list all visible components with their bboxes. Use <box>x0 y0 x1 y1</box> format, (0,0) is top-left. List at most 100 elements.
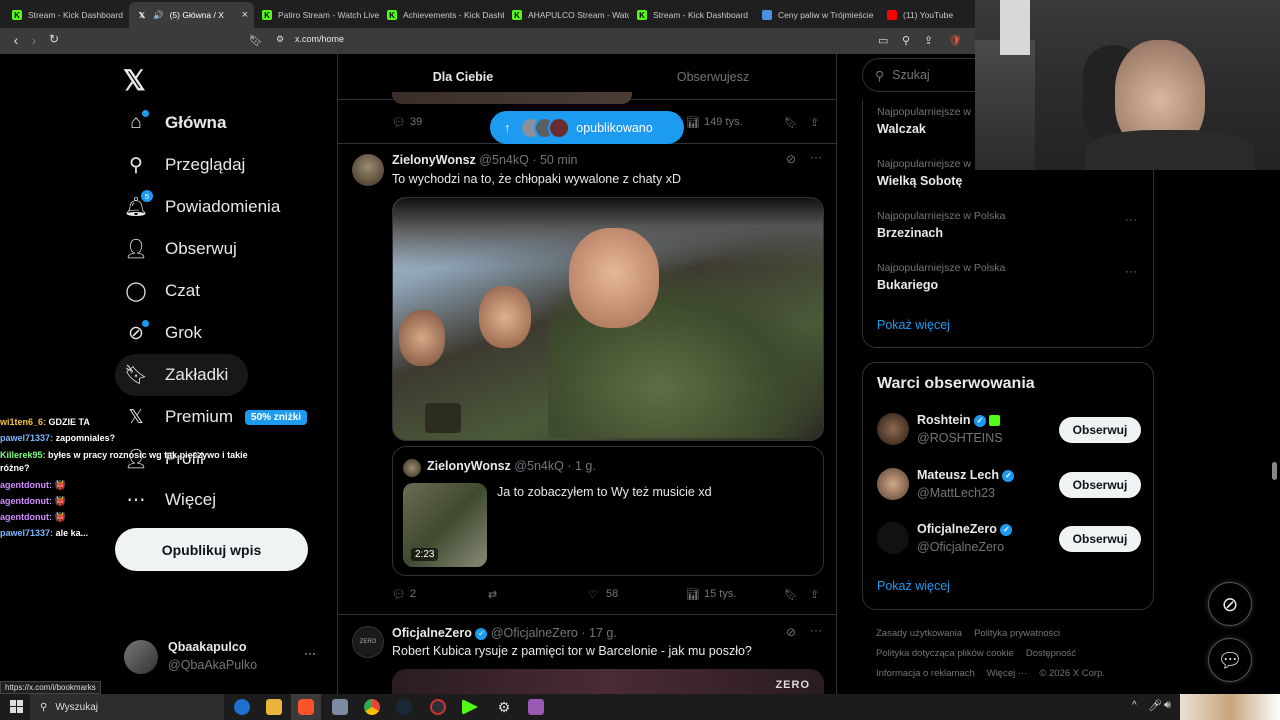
suggestion-name[interactable]: OficjalneZero <box>917 522 997 536</box>
site-info-icon[interactable]: ⚙ <box>276 34 284 45</box>
bookmark-icon[interactable]: 🔖︎ <box>784 116 798 129</box>
follow-suggestion[interactable]: OficjalneZero ✓ @OficjalneZero Obserwuj <box>877 520 1141 560</box>
views-icon[interactable]: 📊︎ <box>686 588 700 601</box>
grok-icon[interactable]: ⊘ <box>786 625 796 639</box>
trend-item[interactable]: Najpopularniejsze w Wielką Sobotę <box>877 158 971 188</box>
app-icon[interactable] <box>332 699 348 715</box>
zoom-icon[interactable]: ⚲ <box>902 34 910 47</box>
author-name[interactable]: OficjalneZero <box>392 626 472 640</box>
explorer-icon[interactable] <box>266 699 282 715</box>
edge-icon[interactable] <box>234 699 250 715</box>
trend-item[interactable]: Najpopularniejsze w Polska Brzezinach <box>877 210 1005 240</box>
follow-button[interactable]: Obserwuj <box>1059 417 1141 443</box>
scrollbar[interactable] <box>1272 462 1277 480</box>
nav-item-grok[interactable]: ⊘ Grok <box>115 312 212 354</box>
nav-item-follow[interactable]: 👤︎ Obserwuj <box>115 228 247 270</box>
show-more-trends-link[interactable]: Pokaż więcej <box>877 318 950 332</box>
x-logo-icon[interactable]: 𝕏 <box>123 64 146 97</box>
audio-icon[interactable]: 🔊 <box>153 10 164 21</box>
tweet-video[interactable] <box>392 197 824 441</box>
share-icon[interactable]: ⇪ <box>924 34 933 47</box>
grok-fab-icon[interactable]: ⊘ <box>1208 582 1252 626</box>
suggestion-name[interactable]: Roshtein <box>917 413 970 427</box>
avatar[interactable] <box>352 154 384 186</box>
nav-item-bell[interactable]: 🔔︎ 5 Powiadomienia <box>115 186 290 228</box>
browser-tab[interactable]: 𝕏 🔊 (5) Główna / X × <box>129 2 254 28</box>
more-icon[interactable]: ··· <box>304 646 316 660</box>
footer-link[interactable]: Więcej ··· <box>987 668 1028 679</box>
browser-tab[interactable]: K Stream - Kick Dashboard <box>4 2 129 28</box>
share-icon[interactable]: ⇪ <box>810 588 819 601</box>
tweet-time[interactable]: · 50 min <box>532 153 577 167</box>
back-icon[interactable]: ‹ <box>6 32 26 48</box>
steam-icon[interactable] <box>396 699 412 715</box>
app-icon[interactable] <box>528 699 544 715</box>
follow-suggestion[interactable]: Roshtein ✓ @ROSHTEINS Obserwuj <box>877 411 1141 451</box>
bookmark-icon[interactable]: 🔖︎ <box>784 588 798 601</box>
obs-icon[interactable] <box>430 699 446 715</box>
browser-tab[interactable]: Ceny paliw w Trójmieście <box>754 2 879 28</box>
browser-tab[interactable]: K Patiro Stream - Watch Live <box>254 2 379 28</box>
follow-suggestion[interactable]: Mateusz Lech ✓ @MattLech23 Obserwuj <box>877 466 1141 506</box>
author-handle[interactable]: @5n4kQ <box>479 153 529 167</box>
browser-tab[interactable]: K Stream - Kick Dashboard <box>629 2 754 28</box>
footer-link[interactable]: © 2026 X Corp. <box>1039 668 1105 679</box>
search-input[interactable]: ⚲ Szukaj <box>862 58 980 92</box>
tweet-time[interactable]: · 17 g. <box>581 626 616 640</box>
settings-icon[interactable]: ⚙ <box>496 699 512 715</box>
avatar[interactable]: ZERO <box>352 626 384 658</box>
follow-button[interactable]: Obserwuj <box>1059 526 1141 552</box>
author-handle[interactable]: @OficjalneZero <box>491 626 578 640</box>
reload-icon[interactable]: ↻ <box>44 32 64 46</box>
grok-icon[interactable]: ⊘ <box>786 152 796 166</box>
avatar[interactable] <box>877 522 909 554</box>
footer-link[interactable]: Zasady użytkowania <box>876 628 962 639</box>
forward-icon[interactable]: › <box>24 32 44 48</box>
volume-icon[interactable]: 🔊︎ <box>1164 699 1171 712</box>
tweet-media[interactable]: ZERO <box>392 669 824 694</box>
kick-icon[interactable] <box>462 699 478 715</box>
nav-item-bookmark[interactable]: 🔖︎ Zakładki <box>115 354 249 396</box>
tray-chevron-icon[interactable]: ^ <box>1132 700 1137 711</box>
footer-link[interactable]: Informacja o reklamach <box>876 668 975 679</box>
trend-item[interactable]: Najpopularniejsze w Polska Bukariego <box>877 262 1005 292</box>
start-icon[interactable] <box>10 700 23 713</box>
footer-link[interactable]: Dostępność <box>1026 648 1076 659</box>
footer-link[interactable]: Polityka dotycząca plików cookie <box>876 648 1014 659</box>
url-field[interactable]: x.com/home <box>295 34 344 44</box>
cast-icon[interactable]: ▭ <box>878 34 888 47</box>
author-name[interactable]: ZielonyWonsz <box>392 153 476 167</box>
messages-fab-icon[interactable]: 💬︎ <box>1208 638 1252 682</box>
tweet-more-icon[interactable]: ··· <box>810 623 822 637</box>
reply-icon[interactable]: 💬︎ <box>392 588 406 601</box>
close-tab-icon[interactable]: × <box>242 9 248 21</box>
account-switcher[interactable]: Qbaakapulco @QbaAkaPulko ··· <box>124 636 324 676</box>
brave-shield-icon[interactable]: 🛡︎ <box>948 34 962 47</box>
avatar[interactable] <box>877 468 909 500</box>
quoted-video-thumbnail[interactable]: 2:23 <box>403 483 487 567</box>
brave-taskbar-item[interactable] <box>291 694 321 720</box>
bookmark-page-icon[interactable]: 🔖︎ <box>249 34 263 47</box>
taskbar-search[interactable]: ⚲ Wyszukaj <box>30 694 224 720</box>
share-icon[interactable]: ⇪ <box>810 116 819 129</box>
trend-more-icon[interactable]: ··· <box>1125 212 1137 226</box>
mic-icon[interactable]: 🎤︎ <box>1148 699 1162 712</box>
chrome-icon[interactable] <box>364 699 380 715</box>
nav-item-search[interactable]: ⚲ Przeglądaj <box>115 144 255 186</box>
browser-tab[interactable]: K Achievements - Kick Dashb <box>379 2 504 28</box>
footer-link[interactable]: Polityka prywatności <box>974 628 1060 639</box>
browser-tab[interactable]: K AHAPULCO Stream - Watch <box>504 2 629 28</box>
quoted-tweet[interactable]: ZielonyWonsz @5n4kQ · 1 g. 2:23 Ja to zo… <box>392 446 824 576</box>
reply-icon[interactable]: 💬︎ <box>392 116 406 129</box>
new-posts-pill[interactable]: ↑ opublikowano <box>490 111 684 144</box>
repost-icon[interactable]: ⇄ <box>488 588 497 601</box>
nav-item-chat[interactable]: ◯ Czat <box>115 270 210 312</box>
suggestion-name[interactable]: Mateusz Lech <box>917 468 999 482</box>
show-more-follow-link[interactable]: Pokaż więcej <box>877 579 950 593</box>
views-icon[interactable]: 📊︎ <box>686 116 700 129</box>
avatar[interactable] <box>877 413 909 445</box>
like-icon[interactable]: ♡ <box>588 588 598 601</box>
trend-more-icon[interactable]: ··· <box>1125 264 1137 278</box>
nav-item-home[interactable]: ⌂ Główna <box>115 102 236 144</box>
trend-item[interactable]: Najpopularniejsze w Walczak <box>877 106 971 136</box>
